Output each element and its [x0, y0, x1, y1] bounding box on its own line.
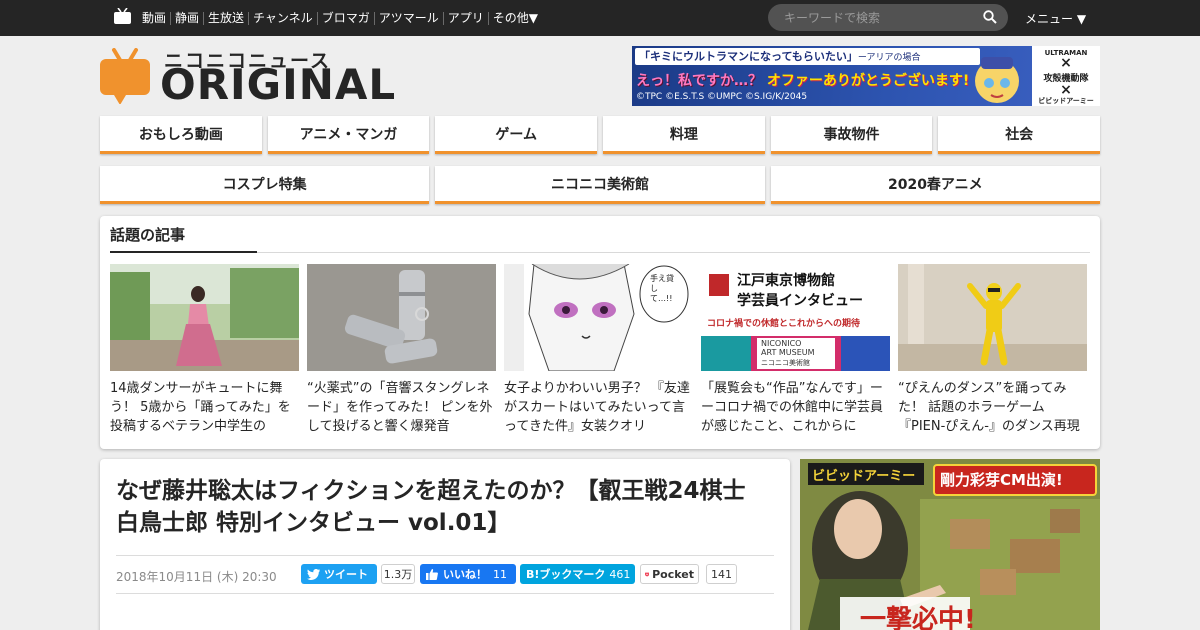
search-icon[interactable]: [983, 10, 997, 24]
ad-bottom-text: 一撃必中!: [860, 605, 976, 630]
article-thumbnail[interactable]: 手え貸して…!!: [504, 264, 693, 371]
niconico-tv-icon[interactable]: [114, 8, 131, 24]
divider: [116, 555, 774, 556]
header-banner-ad[interactable]: 「キミにウルトラマンになってもらいたい」ーアリアの場合 えっ！私ですか…？ オフ…: [632, 46, 1100, 106]
article-header: なぜ藤井聡太はフィクションを超えたのか？【叡王戦24棋士 白鳥士郎 特別インタビ…: [100, 459, 790, 630]
twitter-bird-icon: [307, 568, 320, 580]
sidebar-ad[interactable]: ビビッドアーミー 剛力彩芽CM出演! 一撃必中!: [800, 459, 1100, 630]
trending-articles: 話題の記事 14歳ダンサーがキュートに舞う！ 5歳から「踊ってみた」を投稿するベ…: [100, 216, 1100, 449]
category-nav-primary: おもしろ動画 アニメ・マンガ ゲーム 料理 事故物件 社会: [100, 116, 1101, 154]
article-card[interactable]: 手え貸して…!! 女子よりかわいい男子？ 『友達がスカートはいてみたいって言って…: [504, 264, 693, 436]
category-jiko-bukken[interactable]: 事故物件: [770, 116, 933, 154]
article-thumbnail[interactable]: [110, 264, 299, 371]
article-card[interactable]: “ぴえんのダンス”を踊ってみた！ 話題のホラーゲーム『PIEN-ぴえん-』のダン…: [898, 264, 1087, 436]
nav-app[interactable]: アプリ: [442, 11, 488, 25]
banner-copyright: ©TPC ©E.S.T.S ©UMPC ©S.IG/K/2045: [636, 92, 808, 102]
logo-wordmark: ORIGINAL: [160, 60, 397, 109]
category-society[interactable]: 社会: [938, 116, 1101, 154]
like-count: 11: [493, 567, 507, 581]
nav-more[interactable]: その他▼: [487, 11, 542, 25]
hatena-bookmark-button[interactable]: B!ブックマーク 461: [520, 564, 635, 584]
nav-video[interactable]: 動画: [140, 11, 170, 25]
thumbs-up-icon: [426, 569, 438, 580]
service-nav: 動画 静画 生放送 チャンネル ブロマガ アツマール アプリ その他▼: [140, 0, 542, 36]
category-omoshiro-douga[interactable]: おもしろ動画: [100, 116, 262, 154]
museum-logo-icon: [709, 274, 729, 296]
banner-headline: 「キミにウルトラマンになってもらいたい」ーアリアの場合: [635, 48, 980, 65]
divider: [116, 593, 774, 594]
dancer-photo: [110, 264, 299, 371]
category-game[interactable]: ゲーム: [435, 116, 598, 154]
article-card-title[interactable]: 14歳ダンサーがキュートに舞う！ 5歳から「踊ってみた」を投稿するベテラン中学生…: [110, 379, 299, 436]
tweet-button[interactable]: ツイート: [301, 564, 377, 584]
search-box: [768, 4, 1008, 31]
section-title: 話題の記事: [110, 226, 186, 244]
article-card[interactable]: “火薬式”の「音響スタングレネード」を作ってみた！ ピンを外して投げると響く爆発…: [307, 264, 496, 436]
ad-headline: 剛力彩芽CM出演!: [940, 471, 1063, 489]
category-anime-manga[interactable]: アニメ・マンガ: [267, 116, 430, 154]
pocket-count: 141: [706, 564, 737, 584]
article-card-title[interactable]: “火薬式”の「音響スタングレネード」を作ってみた！ ピンを外して投げると響く爆発…: [307, 379, 496, 436]
site-logo[interactable]: ニコニコニュース ORIGINAL: [100, 46, 395, 109]
speech-bubble-text: 手え貸して…!!: [650, 274, 674, 303]
article-thumbnail[interactable]: [307, 264, 496, 371]
category-cooking[interactable]: 料理: [603, 116, 765, 154]
banner-tagline: えっ！私ですか…？ オファーありがとうございます!: [636, 73, 970, 89]
article-card-list: 14歳ダンサーがキュートに舞う！ 5歳から「踊ってみた」を投稿するベテラン中学生…: [110, 264, 1090, 436]
anime-character-illustration: [975, 57, 1019, 103]
article-card[interactable]: 14歳ダンサーがキュートに舞う！ 5歳から「踊ってみた」を投稿するベテラン中学生…: [110, 264, 299, 436]
nav-seiga[interactable]: 静画: [170, 11, 203, 25]
nav-atsumaru[interactable]: アツマール: [373, 11, 443, 25]
article-thumbnail[interactable]: 江戸東京博物館 学芸員インタビュー コロナ禍での休館とこれからへの期待 NICO…: [701, 264, 890, 371]
category-cosplay[interactable]: コスプレ特集: [100, 166, 430, 204]
pocket-icon: [645, 572, 650, 576]
article-card-title[interactable]: “ぴえんのダンス”を踊ってみた！ 話題のホラーゲーム『PIEN-ぴえん-』のダン…: [898, 379, 1087, 436]
category-spring-anime[interactable]: 2020春アニメ: [770, 166, 1100, 204]
tweet-count: 1.3万: [381, 564, 415, 584]
search-input[interactable]: [784, 9, 974, 26]
menu-button[interactable]: メニュー ▼: [1025, 10, 1086, 27]
grenade-photo: [307, 264, 496, 371]
article-thumbnail[interactable]: [898, 264, 1087, 371]
article-title: なぜ藤井聡太はフィクションを超えたのか？【叡王戦24棋士 白鳥士郎 特別インタビ…: [116, 478, 746, 536]
article-card[interactable]: 江戸東京博物館 学芸員インタビュー コロナ禍での休館とこれからへの期待 NICO…: [701, 264, 890, 436]
section-title-underline: [110, 251, 257, 253]
ad-brand: ビビッドアーミー: [812, 469, 916, 484]
nav-blomaga[interactable]: ブロマガ: [316, 11, 374, 25]
article-date: 2018年10月11日 (木) 20:30: [116, 570, 277, 584]
facebook-like-button[interactable]: いいね！ 11: [420, 564, 516, 584]
divider: [110, 252, 1090, 253]
hatena-count: 461: [609, 567, 631, 581]
pocket-button[interactable]: Pocket: [640, 564, 699, 584]
banner-logo-stack: ULTRAMAN × 攻殻機動隊 × ビビッドアーミー: [1032, 46, 1100, 106]
yellow-suit-dancer-photo: [898, 264, 1087, 371]
tv-logo-icon: [100, 48, 150, 104]
article-card-title[interactable]: 女子よりかわいい男子？ 『友達がスカートはいてみたいって言ってきた件』女装クオリ: [504, 379, 693, 436]
category-niconico-museum[interactable]: ニコニコ美術館: [435, 166, 765, 204]
top-bar: 動画 静画 生放送 チャンネル ブロマガ アツマール アプリ その他▼ メニュー…: [0, 0, 1200, 36]
category-nav-features: コスプレ特集 ニコニコ美術館 2020春アニメ: [100, 166, 1100, 204]
article-card-title[interactable]: 「展覧会も“作品”なんです」ーーコロナ禍での休館中に学芸員が感じたこと、これから…: [701, 379, 890, 436]
nav-channel[interactable]: チャンネル: [248, 11, 317, 25]
nav-live[interactable]: 生放送: [203, 11, 248, 25]
